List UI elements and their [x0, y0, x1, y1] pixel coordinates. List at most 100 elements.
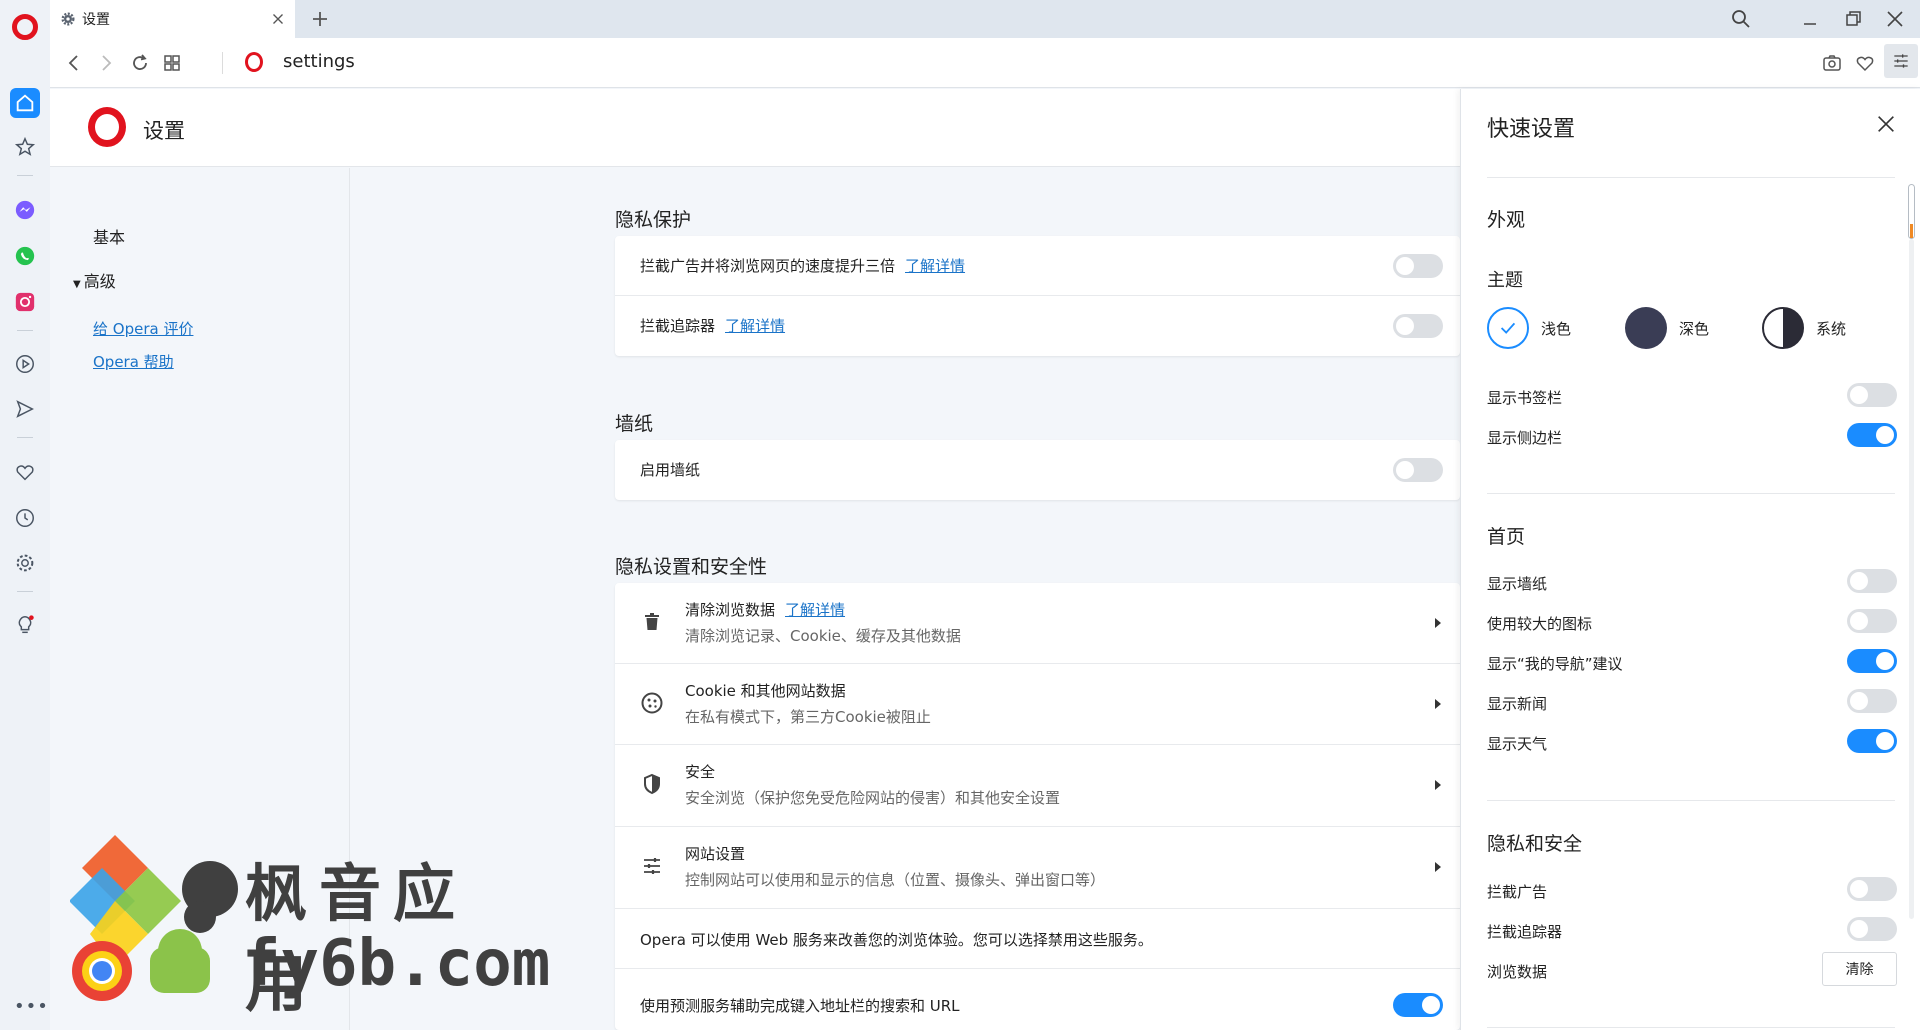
- chevron-right-icon: [1435, 780, 1441, 790]
- privacy-section-title: 隐私保护: [615, 209, 692, 231]
- page-title: 设置: [143, 119, 185, 143]
- theme-dark-label: 深色: [1679, 319, 1710, 338]
- services-note: Opera 可以使用 Web 服务来改善您的浏览体验。您可以选择禁用这些服务。: [640, 931, 1153, 949]
- wallpaper-section-title: 墙纸: [615, 413, 654, 435]
- block-ads-label: 拦截广告并将浏览网页的速度提升三倍: [640, 257, 896, 275]
- close-tab-icon[interactable]: [269, 10, 287, 28]
- show-wallpaper-toggle[interactable]: [1847, 569, 1897, 593]
- home-item-label: 使用较大的图标: [1487, 615, 1593, 633]
- sliders-icon: [1894, 54, 1908, 68]
- clear-data-learn-more-link[interactable]: 了解详情: [785, 601, 845, 619]
- trash-icon: [645, 613, 659, 630]
- gear-icon: [61, 12, 75, 26]
- privacy-card: 拦截广告并将浏览网页的速度提升三倍 了解详情 拦截追踪器 了解详情: [615, 236, 1460, 356]
- cookie-title: Cookie 和其他网站数据: [685, 682, 846, 700]
- privacy-heading: 隐私和安全: [1487, 833, 1583, 855]
- safety-title: 安全: [685, 763, 716, 781]
- opera-help-link[interactable]: Opera 帮助: [93, 351, 174, 372]
- restore-icon[interactable]: [1841, 7, 1865, 31]
- clear-browsing-data-button[interactable]: 清除: [1822, 952, 1897, 986]
- browser-window: ••• 设置 settings 设置 基本 ▼ 高级 给 Opera 评价 Op…: [0, 0, 1920, 1030]
- watermark-logo: [69, 835, 238, 1001]
- predict-row: 使用预测服务辅助完成键入地址栏的搜索和 URL: [615, 969, 1460, 1030]
- tab-strip: 设置: [50, 0, 1920, 38]
- security-card: 清除浏览数据 了解详情 清除浏览记录、Cookie、缓存及其他数据 Cookie …: [615, 583, 1460, 1030]
- show-news-toggle[interactable]: [1847, 689, 1897, 713]
- whatsapp-icon[interactable]: [10, 241, 40, 271]
- clear-data-row[interactable]: 清除浏览数据 了解详情 清除浏览记录、Cookie、缓存及其他数据: [615, 583, 1460, 664]
- clear-data-subtitle: 清除浏览记录、Cookie、缓存及其他数据: [685, 627, 961, 645]
- block-trackers-learn-more-link[interactable]: 了解详情: [725, 317, 785, 335]
- close-icon[interactable]: [1875, 113, 1897, 135]
- large-icons-toggle[interactable]: [1847, 609, 1897, 633]
- safety-row[interactable]: 安全 安全浏览（保护您免受危险网站的侵害）和其他安全设置: [615, 745, 1460, 827]
- enable-wallpaper-toggle[interactable]: [1393, 458, 1443, 482]
- home-icon[interactable]: [10, 88, 40, 118]
- opera-menu-icon[interactable]: [12, 14, 38, 40]
- show-bookmarks-toggle[interactable]: [1847, 383, 1897, 407]
- enable-wallpaper-row: 启用墙纸: [615, 440, 1460, 500]
- home-item-label: 显示“我的导航”建议: [1487, 655, 1623, 673]
- instagram-icon[interactable]: [10, 287, 40, 317]
- close-window-icon[interactable]: [1883, 7, 1907, 31]
- security-section-title: 隐私设置和安全性: [615, 556, 768, 578]
- lightbulb-icon[interactable]: [10, 610, 40, 640]
- watermark-text-url: fy6b.com: [242, 927, 551, 1001]
- theme-dark-circle: [1625, 307, 1667, 349]
- my-nav-suggestions-toggle[interactable]: [1847, 649, 1897, 673]
- scrollbar-track[interactable]: [1909, 239, 1914, 919]
- minimize-icon[interactable]: [1798, 7, 1822, 31]
- theme-light-option[interactable]: 浅色: [1487, 307, 1571, 349]
- nav-advanced[interactable]: ▼ 高级: [73, 268, 116, 292]
- messenger-icon[interactable]: [10, 195, 40, 225]
- wallpaper-card: 启用墙纸: [615, 440, 1460, 500]
- predict-toggle[interactable]: [1393, 993, 1443, 1017]
- address-input[interactable]: settings: [283, 51, 355, 72]
- bookmark-heart-icon[interactable]: [1853, 51, 1877, 75]
- block-trackers-toggle[interactable]: [1393, 314, 1443, 338]
- rate-opera-link[interactable]: 给 Opera 评价: [93, 318, 193, 339]
- quick-settings-panel: 快速设置 外观 主题 浅色 深色 系统 显示书签栏 显示侧边栏 首页 显示墙纸 …: [1460, 89, 1920, 1030]
- settings-gear-icon[interactable]: [10, 548, 40, 578]
- caret-down-icon: ▼: [73, 279, 81, 290]
- cookie-row[interactable]: Cookie 和其他网站数据 在私有模式下，第三方Cookie被阻止: [615, 664, 1460, 745]
- block-ads-toggle[interactable]: [1393, 254, 1443, 278]
- block-ads-row: 拦截广告并将浏览网页的速度提升三倍 了解详情: [615, 236, 1460, 296]
- qs-block-trackers-toggle[interactable]: [1847, 917, 1897, 941]
- nav-basic[interactable]: 基本: [93, 224, 125, 248]
- player-icon[interactable]: [10, 349, 40, 379]
- theme-light-label: 浅色: [1541, 319, 1572, 338]
- theme-system-option[interactable]: 系统: [1762, 307, 1846, 349]
- snapshot-camera-icon[interactable]: [1820, 51, 1844, 75]
- predict-label: 使用预测服务辅助完成键入地址栏的搜索和 URL: [640, 997, 960, 1015]
- more-dots-icon[interactable]: •••: [14, 996, 49, 1017]
- new-tab-plus-icon[interactable]: [308, 7, 332, 31]
- easy-setup-button[interactable]: [1884, 44, 1918, 78]
- enable-wallpaper-label: 启用墙纸: [640, 461, 701, 479]
- back-icon[interactable]: [62, 51, 86, 75]
- send-icon[interactable]: [10, 394, 40, 424]
- home-heading: 首页: [1487, 526, 1526, 548]
- history-clock-icon[interactable]: [10, 503, 40, 533]
- qs-block-ads-toggle[interactable]: [1847, 877, 1897, 901]
- site-settings-row[interactable]: 网站设置 控制网站可以使用和显示的信息（位置、摄像头、弹出窗口等）: [615, 827, 1460, 909]
- tab-settings[interactable]: 设置: [50, 0, 295, 38]
- forward-icon[interactable]: [94, 51, 118, 75]
- opera-sidebar: •••: [0, 0, 50, 1030]
- theme-system-label: 系统: [1816, 319, 1847, 338]
- home-item-label: 显示新闻: [1487, 695, 1548, 713]
- heart-icon[interactable]: [10, 457, 40, 487]
- search-tabs-icon[interactable]: [1729, 7, 1753, 31]
- appearance-heading: 外观: [1487, 209, 1526, 231]
- show-sidebar-toggle[interactable]: [1847, 423, 1897, 447]
- show-weather-toggle[interactable]: [1847, 729, 1897, 753]
- reload-icon[interactable]: [128, 51, 152, 75]
- home-item-label: 显示天气: [1487, 735, 1548, 753]
- quick-settings-title: 快速设置: [1487, 117, 1576, 142]
- block-trackers-row: 拦截追踪器 了解详情: [615, 296, 1460, 356]
- block-ads-learn-more-link[interactable]: 了解详情: [905, 257, 965, 275]
- bookmarks-star-icon[interactable]: [10, 132, 40, 162]
- tiles-icon[interactable]: [160, 51, 184, 75]
- theme-dark-option[interactable]: 深色: [1625, 307, 1709, 349]
- block-trackers-label: 拦截追踪器: [640, 317, 716, 335]
